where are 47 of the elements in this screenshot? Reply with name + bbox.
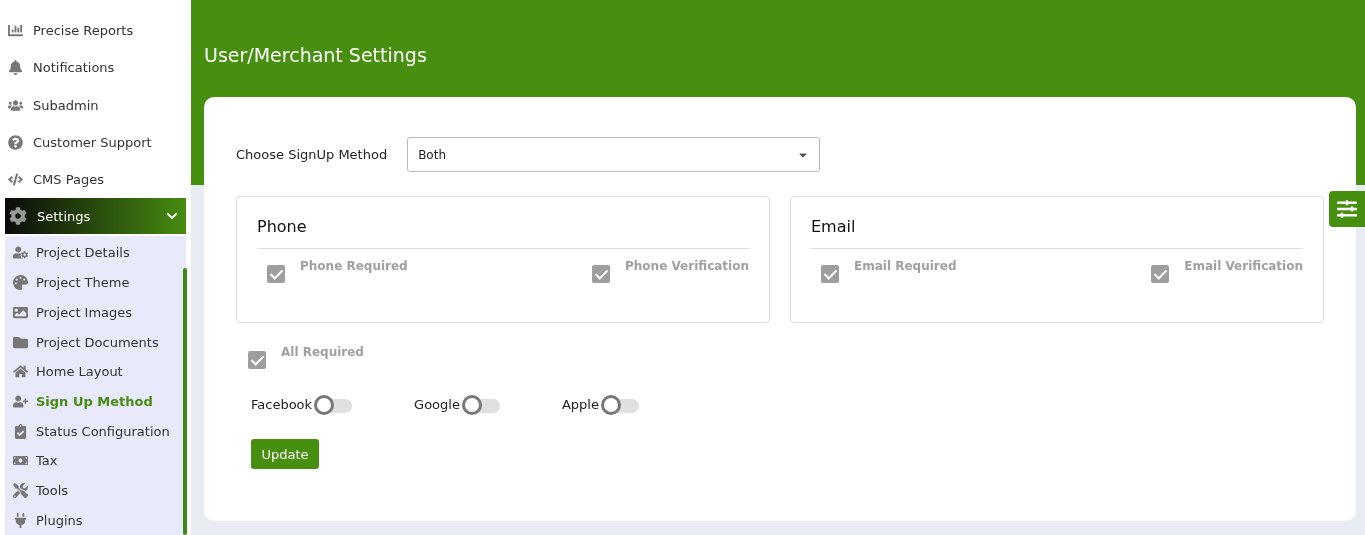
plug-icon bbox=[13, 512, 28, 528]
checkbox-label: Phone Required bbox=[300, 259, 408, 273]
chart-icon bbox=[8, 23, 23, 39]
page-title: User/Merchant Settings bbox=[203, 43, 428, 68]
sidebar-item[interactable]: Customer Support bbox=[0, 123, 191, 162]
signup-method-label: Choose SignUp Method bbox=[236, 147, 388, 162]
palette-icon bbox=[13, 275, 28, 291]
sidebar-subitem[interactable]: Home Layout bbox=[5, 356, 182, 387]
toggle-label: Google bbox=[414, 396, 460, 412]
question-icon bbox=[8, 134, 23, 150]
group-title: Phone bbox=[257, 217, 749, 249]
sidebar-item[interactable]: Precise Reports bbox=[0, 12, 191, 50]
settings-icon bbox=[9, 207, 27, 226]
folder-icon bbox=[13, 334, 28, 350]
toggle-label: Apple bbox=[561, 396, 599, 412]
signup-method-select[interactable]: Both bbox=[407, 137, 821, 172]
sidebar-subitem[interactable]: Plugins bbox=[5, 505, 182, 535]
image-icon bbox=[13, 304, 28, 320]
tools-icon bbox=[13, 482, 28, 498]
update-button[interactable]: Update bbox=[251, 439, 319, 469]
user-gear-icon bbox=[13, 245, 28, 261]
checkbox-label: Phone Verification bbox=[625, 259, 749, 273]
sidebar-subitem[interactable]: Status Configuration bbox=[5, 416, 182, 446]
sidebar-item[interactable]: Settings bbox=[5, 198, 186, 235]
toggle-label: Facebook bbox=[251, 396, 313, 412]
users-icon bbox=[8, 97, 23, 113]
sidebar-subitem[interactable]: Project Images bbox=[5, 297, 182, 328]
group-title: Email bbox=[811, 217, 1303, 249]
sidebar-item[interactable]: CMS Pages bbox=[0, 161, 191, 199]
clipboard-icon bbox=[13, 423, 28, 439]
checkbox-label: Email Required bbox=[854, 259, 957, 273]
sidebar-subitem[interactable]: Project Theme bbox=[5, 267, 182, 298]
sidebar-subitem[interactable]: Tools bbox=[5, 475, 182, 506]
sidebar-item[interactable]: Subadmin bbox=[0, 86, 191, 124]
sidebar-subitem[interactable]: Sign Up Method bbox=[5, 386, 182, 417]
home-icon bbox=[13, 364, 28, 380]
sidebar-subitem[interactable]: Project Documents bbox=[5, 327, 182, 357]
checkbox-label: All Required bbox=[281, 345, 364, 359]
settings-button[interactable] bbox=[1329, 191, 1365, 227]
sidebar-subitem[interactable]: Project Details bbox=[5, 238, 182, 268]
user-plus-icon bbox=[13, 393, 28, 409]
bell-icon bbox=[8, 60, 23, 76]
sidebar-item[interactable]: Notifications bbox=[0, 49, 191, 87]
sliders-icon bbox=[1337, 199, 1357, 219]
sidebar-subitem[interactable]: Tax bbox=[5, 445, 182, 476]
code-icon bbox=[8, 172, 23, 188]
checkbox-label: Email Verification bbox=[1184, 259, 1303, 273]
